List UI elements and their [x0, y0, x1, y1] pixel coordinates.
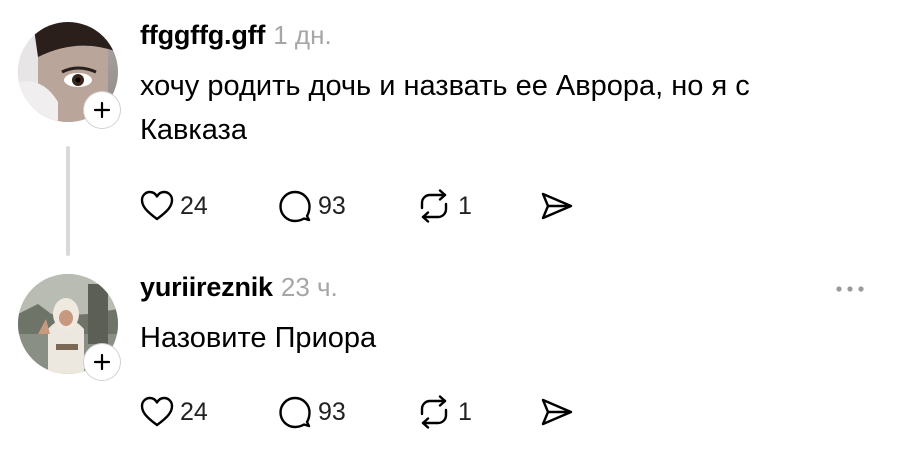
repost-icon [420, 395, 448, 429]
repost-button[interactable]: 1 [416, 186, 540, 226]
heart-icon [140, 190, 174, 221]
like-count: 24 [180, 191, 208, 220]
post-time: 1 дн. [273, 20, 332, 50]
repost-count: 1 [458, 191, 472, 220]
thread-line [66, 146, 70, 256]
post-text: Назовите Приора [140, 322, 377, 354]
avatar-container[interactable] [18, 274, 120, 380]
comment-button[interactable]: 93 [278, 392, 416, 432]
plus-icon [93, 353, 111, 371]
post-header: ffggffg.gff 1 дн. [140, 20, 870, 60]
like-button[interactable]: 24 [140, 392, 278, 432]
follow-button[interactable] [84, 344, 120, 380]
heart-icon [140, 396, 174, 427]
repost-count: 1 [458, 397, 472, 426]
post: ffggffg.gff 1 дн. хочу родить дочь и наз… [0, 0, 900, 260]
send-icon [541, 192, 573, 220]
share-button[interactable] [540, 392, 580, 432]
follow-button[interactable] [84, 92, 120, 128]
repost-icon [420, 189, 448, 223]
post-content: yuriireznik 23 ч. Назовите Приора [140, 272, 870, 360]
plus-icon [93, 101, 111, 119]
like-button[interactable]: 24 [140, 186, 278, 226]
action-bar: 24 93 1 [140, 186, 580, 226]
post: yuriireznik 23 ч. Назовите Приора 24 93 [0, 262, 900, 449]
post-header: yuriireznik 23 ч. [140, 272, 870, 312]
repost-button[interactable]: 1 [416, 392, 540, 432]
username[interactable]: yuriireznik [140, 272, 273, 303]
share-button[interactable] [540, 186, 580, 226]
post-time: 23 ч. [280, 272, 338, 302]
like-count: 24 [180, 397, 208, 426]
comment-count: 93 [318, 397, 346, 426]
more-dots-icon [836, 286, 864, 292]
more-options-button[interactable] [830, 278, 870, 300]
action-bar: 24 93 1 [140, 392, 580, 432]
comment-count: 93 [318, 191, 346, 220]
post-content: ffggffg.gff 1 дн. хочу родить дочь и наз… [140, 20, 870, 152]
avatar-container[interactable] [18, 22, 120, 128]
comment-button[interactable]: 93 [278, 186, 416, 226]
send-icon [541, 398, 573, 426]
speech-bubble-icon [279, 396, 311, 429]
speech-bubble-icon [279, 190, 311, 223]
post-text: хочу родить дочь и назвать ее Аврора, но… [140, 70, 750, 146]
username[interactable]: ffggffg.gff [140, 20, 265, 51]
